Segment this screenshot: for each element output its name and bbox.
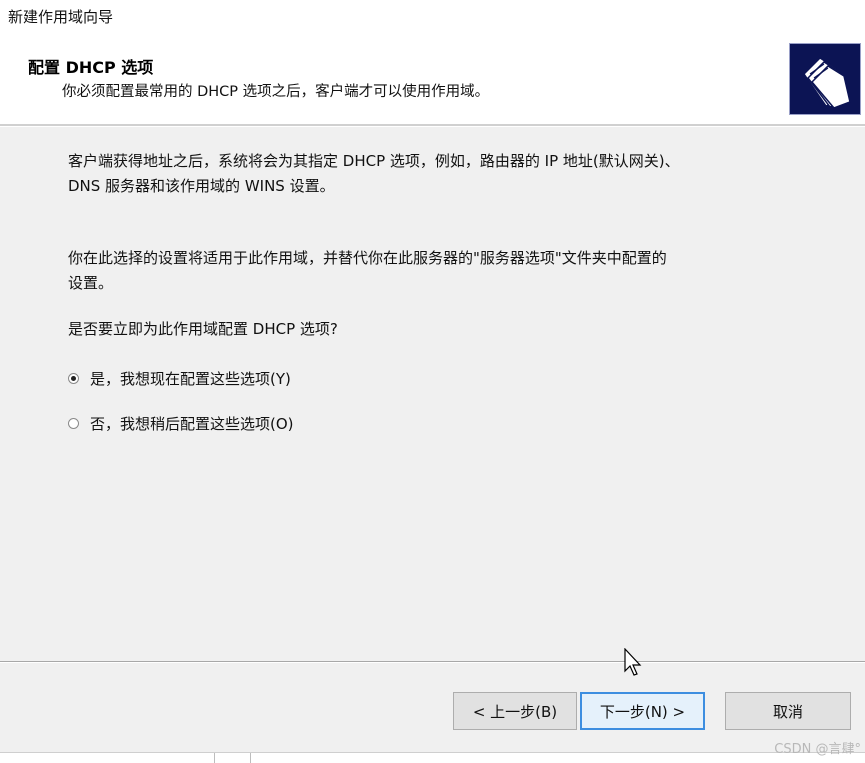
folders-icon <box>789 43 861 115</box>
cancel-button-label: 取消 <box>772 702 803 721</box>
radio-configure-now[interactable]: 是，我想现在配置这些选项(Y) <box>68 366 291 390</box>
description-line: 客户端获得地址之后，系统将会为其指定 DHCP 选项，例如，路由器的 IP 地址… <box>68 152 680 170</box>
radio-configure-later[interactable]: 否，我想稍后配置这些选项(O) <box>68 411 294 435</box>
radio-label: 是，我想现在配置这些选项(Y) <box>90 369 291 388</box>
page-title: 配置 DHCP 选项 <box>28 58 154 77</box>
page-subtitle: 你必须配置最常用的 DHCP 选项之后，客户端才可以使用作用域。 <box>62 84 490 100</box>
bottom-strip <box>0 752 865 763</box>
watermark: CSDN @言肆° <box>774 742 861 757</box>
mouse-cursor-icon <box>624 648 642 676</box>
description-paragraph-1: 客户端获得地址之后，系统将会为其指定 DHCP 选项，例如，路由器的 IP 地址… <box>68 149 680 199</box>
next-button[interactable]: 下一步(N) > <box>580 692 705 730</box>
title-bar: 新建作用域向导 <box>0 0 865 36</box>
description-line: 设置。 <box>68 274 114 292</box>
description-line: DNS 服务器和该作用域的 WINS 设置。 <box>68 177 335 195</box>
back-button[interactable]: < 上一步(B) <box>453 692 577 730</box>
next-button-label: 下一步(N) > <box>599 702 686 721</box>
window-title: 新建作用域向导 <box>8 8 114 26</box>
cancel-button[interactable]: 取消 <box>725 692 851 730</box>
back-button-label: < 上一步(B) <box>472 702 558 721</box>
description-paragraph-2: 你在此选择的设置将适用于此作用域，并替代你在此服务器的"服务器选项"文件夹中配置… <box>68 246 667 296</box>
radio-unchecked-icon[interactable] <box>68 417 79 429</box>
radio-checked-icon[interactable] <box>68 372 79 384</box>
wizard-header: 配置 DHCP 选项 你必须配置最常用的 DHCP 选项之后，客户端才可以使用作… <box>0 36 865 124</box>
footer-divider <box>0 661 865 663</box>
radio-label: 否，我想稍后配置这些选项(O) <box>90 414 294 433</box>
header-divider <box>0 124 865 127</box>
description-line: 你在此选择的设置将适用于此作用域，并替代你在此服务器的"服务器选项"文件夹中配置… <box>68 249 667 267</box>
question-label: 是否要立即为此作用域配置 DHCP 选项? <box>68 320 338 338</box>
